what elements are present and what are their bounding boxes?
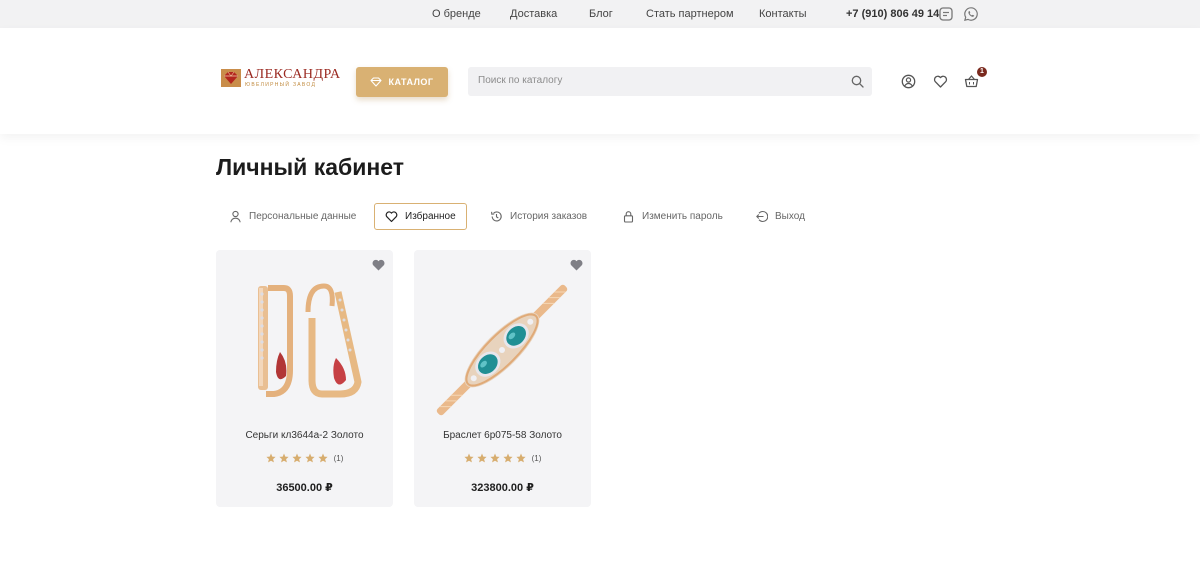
catalog-button[interactable]: КАТАЛОГ	[356, 67, 448, 97]
star-icon	[266, 453, 276, 463]
logo[interactable]: АЛЕКСАНДРА ЮВЕЛИРНЫЙ ЗАВОД	[220, 67, 340, 91]
search-input[interactable]: Поиск по каталогу	[478, 75, 562, 86]
search-icon[interactable]	[851, 75, 864, 88]
tab-favorites[interactable]: Избранное	[374, 203, 467, 230]
lock-icon	[623, 211, 634, 223]
product-card[interactable]: Серьги кл3644а-2 Золото (1) 36500.00 ₽	[216, 250, 393, 507]
top-nav-link-delivery[interactable]: Доставка	[510, 8, 557, 20]
top-bar: О бренде Доставка Блог Стать партнером К…	[0, 0, 1200, 28]
star-icon	[318, 453, 328, 463]
cart-count-badge: 1	[977, 67, 987, 77]
header: АЛЕКСАНДРА ЮВЕЛИРНЫЙ ЗАВОД КАТАЛОГ Поиск…	[0, 28, 1200, 134]
chat-icon[interactable]	[938, 6, 954, 22]
tab-order-history[interactable]: История заказов	[490, 203, 587, 230]
logo-icon	[221, 69, 241, 87]
earrings-image[interactable]	[216, 272, 393, 422]
phone-number[interactable]: +7 (910) 806 49 14	[846, 8, 939, 20]
tab-label: Выход	[775, 211, 805, 222]
tab-personal-data[interactable]: Персональные данные	[229, 203, 356, 230]
star-icon	[503, 453, 513, 463]
product-name[interactable]: Браслет 6р075-58 Золото	[414, 430, 591, 441]
product-card[interactable]: Браслет 6р075-58 Золото (1) 323800.00 ₽	[414, 250, 591, 507]
catalog-button-label: КАТАЛОГ	[388, 77, 434, 87]
heart-icon[interactable]	[933, 74, 948, 89]
logo-subtitle: ЮВЕЛИРНЫЙ ЗАВОД	[245, 82, 317, 88]
product-name[interactable]: Серьги кл3644а-2 Золото	[216, 430, 393, 441]
page-title: Личный кабинет	[216, 154, 404, 180]
product-price: 323800.00 ₽	[471, 482, 534, 494]
favorite-heart-icon[interactable]	[570, 259, 583, 271]
logo-name: АЛЕКСАНДРА	[244, 67, 341, 82]
review-count: (1)	[531, 453, 542, 463]
star-icon	[477, 453, 487, 463]
favorite-heart-icon[interactable]	[372, 259, 385, 271]
star-icon	[305, 453, 315, 463]
whatsapp-icon[interactable]	[963, 6, 979, 22]
diamond-icon	[370, 77, 383, 87]
history-icon	[491, 211, 502, 222]
cart-icon[interactable]	[964, 74, 979, 89]
star-icon	[292, 453, 302, 463]
tab-logout[interactable]: Выход	[755, 203, 805, 230]
product-price: 36500.00 ₽	[276, 482, 333, 494]
product-rating: (1)	[216, 453, 393, 463]
star-icon	[490, 453, 500, 463]
top-nav-link-contacts[interactable]: Контакты	[759, 8, 807, 20]
heart-icon	[385, 211, 398, 223]
tab-label: Изменить пароль	[642, 211, 723, 222]
logout-icon	[756, 210, 768, 223]
tab-label: Персональные данные	[249, 211, 357, 222]
user-icon	[230, 210, 241, 223]
top-nav-link-brand[interactable]: О бренде	[432, 8, 481, 20]
user-icon[interactable]	[901, 74, 916, 89]
tab-change-password[interactable]: Изменить пароль	[622, 203, 723, 230]
star-icon	[464, 453, 474, 463]
review-count: (1)	[333, 453, 344, 463]
top-nav-link-blog[interactable]: Блог	[589, 8, 613, 20]
star-icon	[279, 453, 289, 463]
star-icon	[516, 453, 526, 463]
tab-label: Избранное	[405, 211, 456, 222]
top-nav-link-partner[interactable]: Стать партнером	[646, 8, 734, 20]
product-rating: (1)	[414, 453, 591, 463]
search-field[interactable]: Поиск по каталогу	[468, 67, 872, 96]
tab-label: История заказов	[510, 211, 588, 222]
bracelet-image[interactable]	[414, 272, 591, 422]
